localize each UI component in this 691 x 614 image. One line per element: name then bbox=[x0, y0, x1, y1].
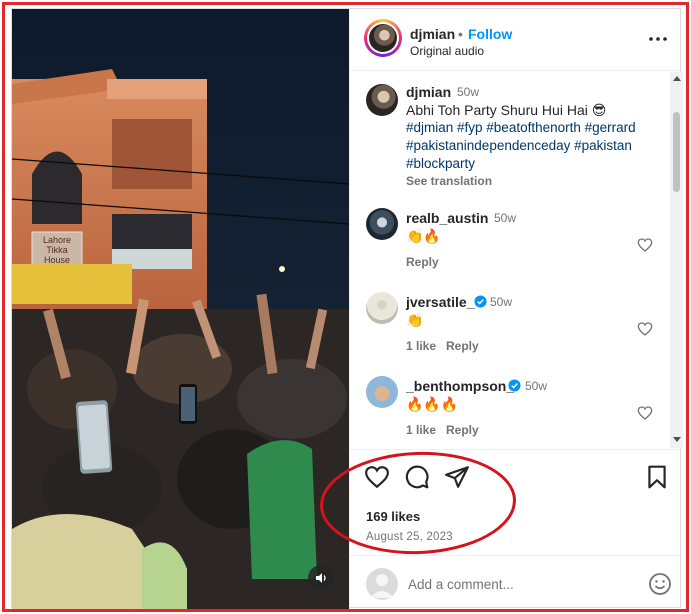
likes-count[interactable]: 169 likes bbox=[366, 509, 420, 524]
see-translation-link[interactable]: See translation bbox=[406, 174, 492, 188]
comment-text: 👏 bbox=[406, 312, 424, 328]
story-ring[interactable] bbox=[364, 19, 402, 57]
comment-composer bbox=[350, 555, 683, 610]
scrollbar-thumb[interactable] bbox=[673, 112, 680, 192]
restaurant-sign: Lahore Tikka House bbox=[34, 235, 80, 265]
comment-avatar[interactable] bbox=[366, 208, 398, 240]
post-header: djmian • Follow Original audio bbox=[350, 9, 683, 71]
share-send-icon[interactable] bbox=[444, 464, 470, 490]
reply-button[interactable]: Reply bbox=[406, 255, 439, 269]
verified-badge-icon bbox=[508, 379, 521, 392]
video-player[interactable]: Lahore Tikka House bbox=[12, 9, 349, 609]
post-actions: 169 likes August 25, 2023 bbox=[350, 449, 683, 609]
speaker-icon bbox=[316, 573, 326, 583]
header-username[interactable]: djmian bbox=[410, 26, 455, 42]
like-comment-heart-icon[interactable] bbox=[637, 405, 653, 421]
comment-likes-count[interactable]: 1 like bbox=[406, 423, 436, 437]
comment-text: 👏🔥 bbox=[406, 228, 441, 244]
like-comment-heart-icon[interactable] bbox=[637, 237, 653, 253]
scroll-up-arrow-icon[interactable] bbox=[673, 76, 681, 81]
comment-username[interactable]: jversatile_ bbox=[406, 294, 475, 310]
separator-dot: • bbox=[458, 26, 463, 42]
sign-line-1: Lahore bbox=[42, 235, 72, 245]
avatar bbox=[369, 24, 397, 52]
like-comment-heart-icon[interactable] bbox=[637, 321, 653, 337]
sign-line-3: House bbox=[43, 255, 70, 265]
scroll-down-arrow-icon[interactable] bbox=[673, 437, 681, 442]
verified-badge-icon bbox=[474, 295, 487, 308]
current-user-avatar bbox=[366, 568, 398, 600]
comment-time: 50w bbox=[490, 295, 513, 309]
save-bookmark-icon[interactable] bbox=[644, 464, 670, 490]
comment-bubble-icon[interactable] bbox=[404, 464, 430, 490]
comment-text: 🔥🔥🔥 bbox=[406, 396, 459, 412]
comment-username[interactable]: realb_austin bbox=[406, 210, 488, 226]
comment-username[interactable]: _benthompson_ bbox=[406, 378, 514, 394]
caption-username[interactable]: djmian bbox=[406, 84, 451, 100]
caption-text: Abhi Toh Party Shuru Hui Hai 😎 bbox=[406, 102, 607, 118]
comments-scroll[interactable]: djmian 50w Abhi Toh Party Shuru Hui Hai … bbox=[350, 72, 683, 448]
sign-line-2: Tikka bbox=[46, 245, 68, 255]
mute-button[interactable] bbox=[308, 565, 334, 591]
more-options-icon[interactable] bbox=[646, 31, 670, 47]
caption-hashtags[interactable]: #djmian #fyp #beatofthenorth #gerrard #p… bbox=[406, 119, 666, 173]
comment-likes-count[interactable]: 1 like bbox=[406, 339, 436, 353]
comment-time: 50w bbox=[494, 211, 517, 225]
video-frame bbox=[12, 9, 349, 609]
caption-avatar[interactable] bbox=[366, 84, 398, 116]
reply-button[interactable]: Reply bbox=[446, 423, 479, 437]
emoji-smiley-icon[interactable] bbox=[648, 572, 672, 596]
post-dialog: Lahore Tikka House djmian • Follow Origi… bbox=[11, 8, 683, 609]
default-user-icon bbox=[370, 574, 394, 598]
post-sidebar: djmian • Follow Original audio djmian 50… bbox=[349, 9, 683, 609]
post-date: August 25, 2023 bbox=[366, 531, 453, 543]
comment-time: 50w bbox=[525, 379, 548, 393]
comment-avatar[interactable] bbox=[366, 292, 398, 324]
comments-scrollbar[interactable] bbox=[670, 72, 683, 448]
audio-label[interactable]: Original audio bbox=[410, 44, 484, 58]
like-heart-icon[interactable] bbox=[364, 464, 390, 490]
follow-button[interactable]: Follow bbox=[468, 26, 512, 42]
comment-avatar[interactable] bbox=[366, 376, 398, 408]
add-comment-input[interactable] bbox=[408, 574, 628, 594]
reply-button[interactable]: Reply bbox=[446, 339, 479, 353]
caption-time: 50w bbox=[457, 85, 480, 99]
